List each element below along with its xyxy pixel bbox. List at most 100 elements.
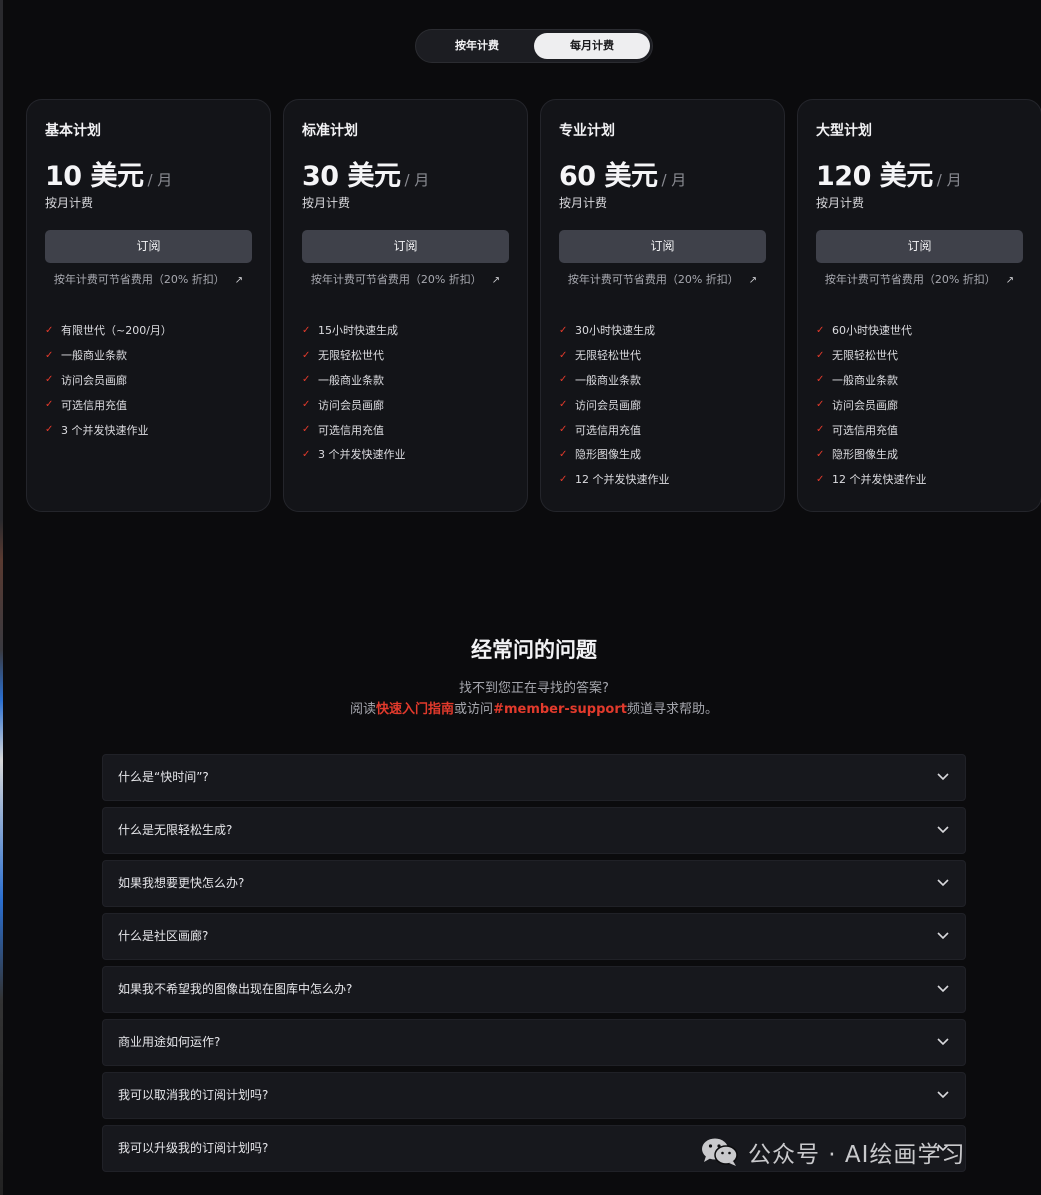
chevron-down-icon [937,985,949,993]
chevron-down-icon [937,1091,949,1099]
chevron-down-icon [937,879,949,887]
plan-price: 30 美元 [302,161,401,192]
faq-item[interactable]: 如果我想要更快怎么办? [102,860,966,907]
feature-item: ✓ 隐形图像生成 [559,448,641,462]
check-icon: ✓ [559,448,568,460]
check-icon: ✓ [45,374,54,386]
feature-list: ✓ 30小时快速生成 ✓ 无限轻松世代 ✓ 一般商业条款 ✓ 访问会员画廊 ✓ 可选信用充… [559,318,670,492]
plan-card-standard: 标准计划 30 美元 / 月 按月计费 订阅 按年计费可节省费用（20% 折扣） ↗… [283,99,528,512]
subscribe-button[interactable]: 订阅 [302,230,509,263]
plan-name: 大型计划 [816,123,872,139]
faq-subtitle: 找不到您正在寻找的答案? [459,681,609,696]
faq-item[interactable]: 商业用途如何运作? [102,1019,966,1066]
chevron-down-icon [937,1038,949,1046]
check-icon: ✓ [45,424,54,436]
yearly-billing-option[interactable]: 按年计费 [419,33,535,59]
feature-item: ✓ 可选信用充值 [816,423,898,437]
faq-question: 如果我想要更快怎么办? [118,876,245,890]
billing-note: 按月计费 [302,196,351,210]
faq-item[interactable]: 什么是社区画廊? [102,913,966,960]
check-icon: ✓ [816,448,825,460]
price-period: / 月 [936,171,962,189]
subscribe-button[interactable]: 订阅 [45,230,252,263]
feature-item: ✓ 60小时快速世代 [816,324,912,338]
external-arrow-icon: ↗ [1005,275,1015,286]
yearly-savings-link[interactable]: 按年计费可节省费用（20% 折扣） ↗ [816,271,1023,287]
plan-card-mega: 大型计划 120 美元 / 月 按月计费 订阅 按年计费可节省费用（20% 折扣）… [797,99,1041,512]
check-icon: ✓ [816,349,825,361]
check-icon: ✓ [45,324,54,336]
price-row: 60 美元 / 月 [559,154,686,193]
faq-item[interactable]: 我可以取消我的订阅计划吗? [102,1072,966,1119]
quickstart-guide-link[interactable]: 快速入门指南 [376,702,454,717]
plan-price: 120 美元 [816,161,933,192]
feature-item: ✓ 可选信用充值 [45,398,127,412]
member-support-link[interactable]: #member-support [493,702,627,717]
feature-item: ✓ 12 个并发快速作业 [816,473,927,487]
watermark-text: 公众号 · AI绘画学习 [748,1142,966,1168]
price-period: / 月 [147,171,173,189]
faq-question: 什么是无限轻松生成? [118,823,233,837]
billing-toggle[interactable]: 按年计费 每月计费 [415,29,653,63]
check-icon: ✓ [816,424,825,436]
faq-question: 我可以取消我的订阅计划吗? [118,1088,269,1102]
billing-note: 按月计费 [816,196,865,210]
savings-text: 按年计费可节省费用（20% 折扣） [310,273,482,286]
price-period: / 月 [404,171,430,189]
faq-title: 经常问的问题 [471,638,597,662]
check-icon: ✓ [302,448,311,460]
window-edge [0,0,3,1195]
feature-item: ✓ 访问会员画廊 [302,398,384,412]
plan-price: 60 美元 [559,161,658,192]
feature-item: ✓ 有限世代（~200/月） [45,324,172,338]
feature-item: ✓ 一般商业条款 [45,349,127,363]
savings-text: 按年计费可节省费用（20% 折扣） [53,273,225,286]
faq-item[interactable]: 什么是无限轻松生成? [102,807,966,854]
billing-note: 按月计费 [45,196,94,210]
feature-list: ✓ 60小时快速世代 ✓ 无限轻松世代 ✓ 一般商业条款 ✓ 访问会员画廊 ✓ 可选信用充… [816,318,927,492]
check-icon: ✓ [559,399,568,411]
feature-item: ✓ 30小时快速生成 [559,324,655,338]
check-icon: ✓ [559,349,568,361]
subscribe-button[interactable]: 订阅 [559,230,766,263]
wechat-icon [702,1138,738,1166]
feature-item: ✓ 访问会员画廊 [45,373,127,387]
faq-question: 商业用途如何运作? [118,1035,221,1049]
plan-name: 标准计划 [302,123,358,139]
check-icon: ✓ [302,324,311,336]
subscribe-button[interactable]: 订阅 [816,230,1023,263]
feature-item: ✓ 一般商业条款 [559,373,641,387]
check-icon: ✓ [816,374,825,386]
check-icon: ✓ [559,374,568,386]
external-arrow-icon: ↗ [491,275,501,286]
feature-item: ✓ 3 个并发快速作业 [302,448,406,462]
plan-card-pro: 专业计划 60 美元 / 月 按月计费 订阅 按年计费可节省费用（20% 折扣） ↗… [540,99,785,512]
external-arrow-icon: ↗ [748,275,758,286]
feature-item: ✓ 15小时快速生成 [302,324,398,338]
faq-question: 什么是社区画廊? [118,929,209,943]
feature-item: ✓ 可选信用充值 [559,423,641,437]
yearly-savings-link[interactable]: 按年计费可节省费用（20% 折扣） ↗ [559,271,766,287]
check-icon: ✓ [302,424,311,436]
chevron-down-icon [937,773,949,781]
plan-price: 10 美元 [45,161,144,192]
yearly-savings-link[interactable]: 按年计费可节省费用（20% 折扣） ↗ [302,271,509,287]
check-icon: ✓ [559,324,568,336]
check-icon: ✓ [45,349,54,361]
faq-item[interactable]: 如果我不希望我的图像出现在图库中怎么办? [102,966,966,1013]
plan-name: 专业计划 [559,123,615,139]
feature-item: ✓ 隐形图像生成 [816,448,898,462]
yearly-savings-link[interactable]: 按年计费可节省费用（20% 折扣） ↗ [45,271,252,287]
faq-item[interactable]: 什么是“快时间”? [102,754,966,801]
monthly-billing-option[interactable]: 每月计费 [534,33,650,59]
feature-item: ✓ 12 个并发快速作业 [559,473,670,487]
plan-card-basic: 基本计划 10 美元 / 月 按月计费 订阅 按年计费可节省费用（20% 折扣） ↗… [26,99,271,512]
check-icon: ✓ [559,424,568,436]
check-icon: ✓ [302,399,311,411]
savings-text: 按年计费可节省费用（20% 折扣） [824,273,996,286]
price-row: 10 美元 / 月 [45,154,172,193]
check-icon: ✓ [302,349,311,361]
check-icon: ✓ [816,473,825,485]
chevron-down-icon [937,932,949,940]
check-icon: ✓ [302,374,311,386]
